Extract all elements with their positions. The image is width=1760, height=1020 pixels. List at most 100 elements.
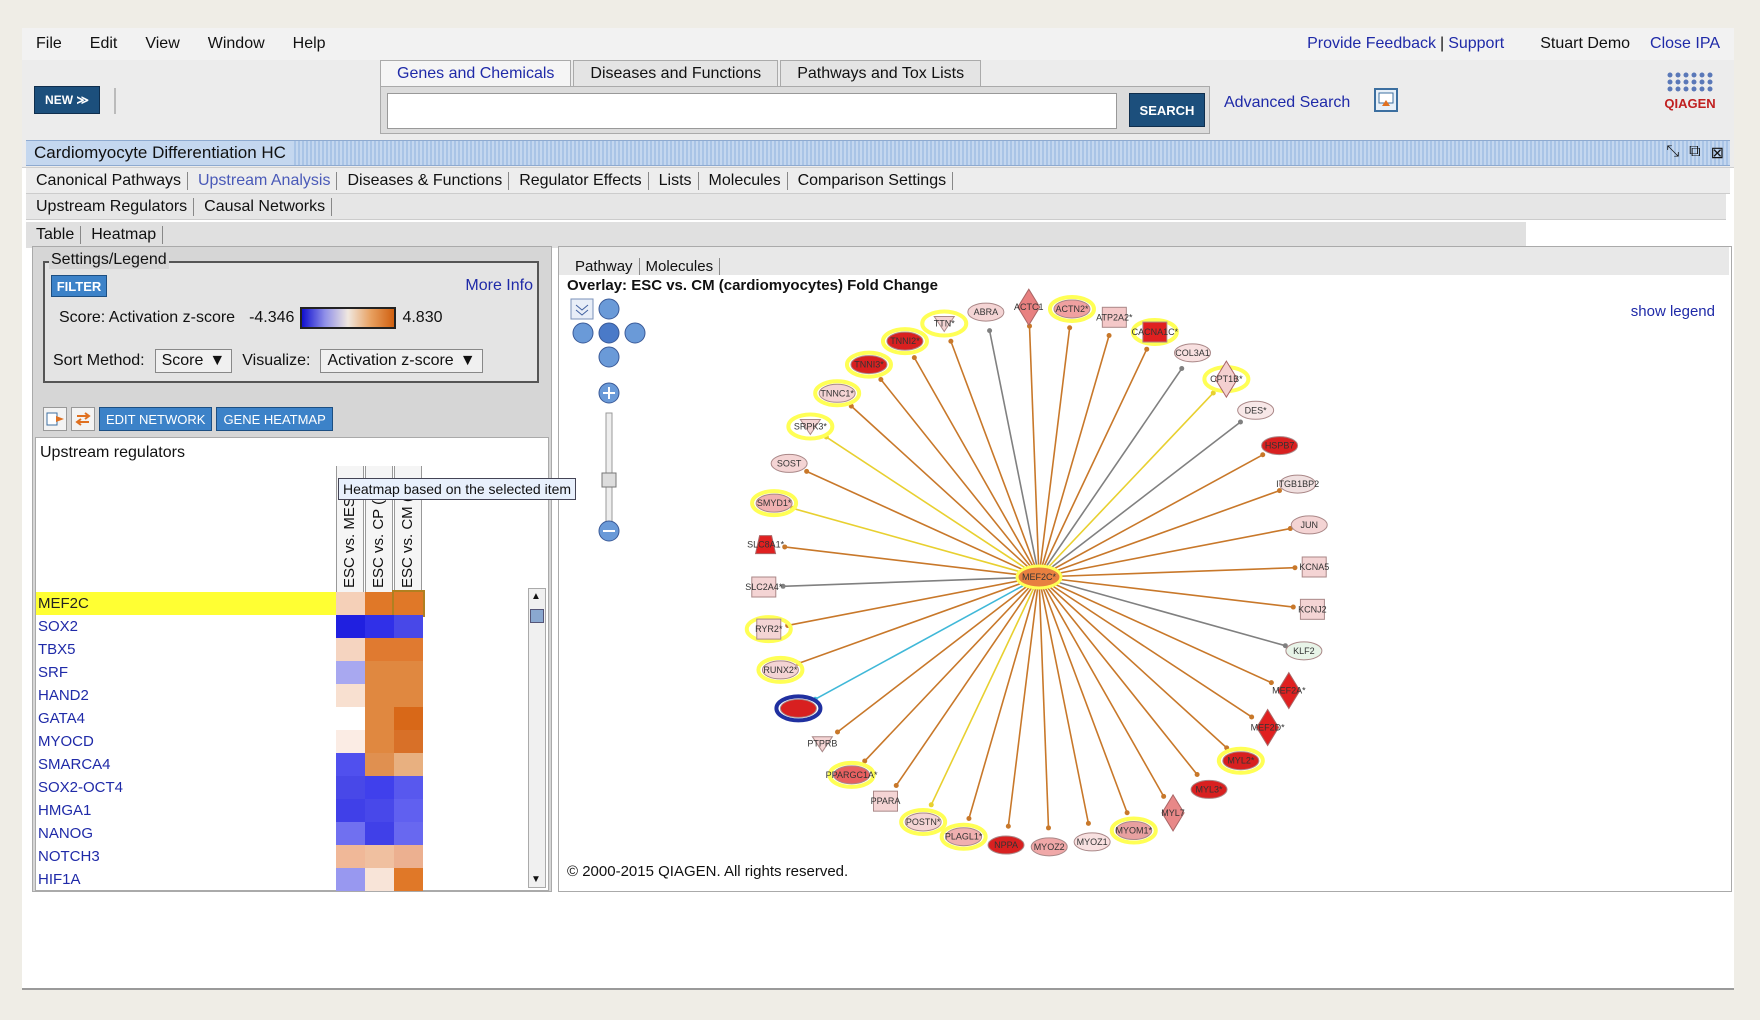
heatmap-cell[interactable] [365, 868, 394, 891]
network-node[interactable]: SRPK3* [786, 412, 835, 441]
network-node[interactable]: TNNI3* [844, 350, 893, 379]
zoom-out-icon[interactable] [598, 520, 620, 542]
heatmap-cell[interactable] [365, 845, 394, 868]
heatmap-cell[interactable] [392, 590, 425, 617]
heatmap-cell[interactable] [365, 822, 394, 845]
network-node[interactable]: MEF2A* [1272, 671, 1306, 710]
network-node[interactable]: CACNA1C* [1130, 318, 1179, 347]
network-node[interactable]: MYOZ1 [1073, 832, 1111, 852]
heatmap-cell[interactable] [394, 845, 423, 868]
hub-node[interactable]: MEF2C* [1015, 564, 1063, 590]
heatmap-cell[interactable] [394, 707, 423, 730]
tab-lists[interactable]: Lists [649, 171, 699, 190]
heatmap-cell[interactable] [394, 638, 423, 661]
network-node[interactable]: MYL3* [1190, 779, 1228, 799]
heatmap-row[interactable]: HAND2 [36, 684, 516, 707]
search-input[interactable] [387, 93, 1117, 129]
network-node[interactable]: TTN* [920, 309, 969, 338]
network-node[interactable] [774, 694, 823, 723]
network-node[interactable]: KLF2 [1285, 641, 1323, 661]
heatmap-cell[interactable] [365, 684, 394, 707]
network-node[interactable]: MYL7 [1161, 793, 1185, 832]
network-node[interactable]: MYOM1* [1109, 816, 1158, 845]
network-node[interactable]: RUNX2* [756, 655, 805, 684]
network-node[interactable]: MYOZ2 [1030, 837, 1068, 857]
heatmap-row[interactable]: GATA4 [36, 707, 516, 730]
gene-heatmap-button[interactable]: GENE HEATMAP [216, 407, 333, 431]
heatmap-cell[interactable] [394, 868, 423, 891]
heatmap-cell[interactable] [365, 776, 394, 799]
export-icon[interactable] [43, 407, 67, 431]
network-node[interactable]: MYL2* [1216, 746, 1265, 775]
tab-causal-networks[interactable]: Causal Networks [194, 197, 333, 216]
heatmap-cell[interactable] [336, 799, 365, 822]
heatmap-cell[interactable] [336, 845, 365, 868]
scroll-up-icon[interactable]: ▲ [531, 591, 541, 602]
tab-comparison-settings[interactable]: Comparison Settings [788, 171, 954, 190]
heatmap-row[interactable]: SOX2 [36, 615, 516, 638]
network-node[interactable]: COL3A1 [1174, 343, 1212, 363]
collapse-icon[interactable] [570, 298, 594, 320]
heatmap-cell[interactable] [365, 615, 394, 638]
pan-center-icon[interactable] [598, 322, 620, 344]
popout-icon[interactable]: ⧉ [1689, 143, 1700, 163]
heatmap-cell[interactable] [336, 661, 365, 684]
heatmap-cell[interactable] [336, 615, 365, 638]
network-node[interactable]: POSTN* [899, 807, 948, 836]
network-node[interactable]: SLC2A4* [745, 576, 783, 598]
tab-canonical-pathways[interactable]: Canonical Pathways [26, 171, 188, 190]
visualize-dropdown[interactable]: Activation z-score ▼ [320, 349, 483, 373]
pan-right-icon[interactable] [624, 322, 646, 344]
network-node[interactable]: KCNA5 [1299, 556, 1329, 578]
zoom-in-icon[interactable] [598, 382, 620, 404]
network-node[interactable]: CPT1B* [1202, 360, 1251, 399]
network-node[interactable]: PPARGC1A* [826, 760, 878, 789]
menu-help[interactable]: Help [279, 35, 340, 53]
minimize-icon[interactable]: ⤡ [1666, 143, 1679, 163]
heatmap-row[interactable]: TBX5 [36, 638, 516, 661]
show-legend-link[interactable]: show legend [1631, 303, 1715, 320]
heatmap-cell[interactable] [394, 661, 423, 684]
zoom-slider[interactable] [601, 412, 617, 524]
heatmap-cell[interactable] [365, 799, 394, 822]
swap-icon[interactable] [71, 407, 95, 431]
close-ipa-link[interactable]: Close IPA [1650, 35, 1720, 53]
scroll-thumb[interactable] [530, 609, 544, 623]
network-node[interactable]: HSPB7 [1261, 436, 1299, 456]
search-button[interactable]: SEARCH [1129, 93, 1205, 127]
heatmap-cell[interactable] [394, 615, 423, 638]
tab-pathway[interactable]: Pathway [569, 258, 640, 275]
pan-left-icon[interactable] [572, 322, 594, 344]
close-icon[interactable]: ⊠ [1711, 143, 1724, 163]
heatmap-row[interactable]: MYOCD [36, 730, 516, 753]
feedback-link[interactable]: Provide Feedback [1307, 35, 1436, 53]
sort-dropdown[interactable]: Score ▼ [154, 349, 233, 373]
heatmap-cell[interactable] [365, 753, 394, 776]
network-node[interactable]: ACTC1 [1014, 288, 1044, 327]
network-node[interactable]: TNNI2* [880, 327, 929, 356]
bookmark-icon[interactable] [1374, 88, 1398, 112]
network-node[interactable]: ABRA [967, 302, 1005, 322]
network-node[interactable]: NPPA [987, 835, 1025, 855]
network-node[interactable]: DES* [1237, 400, 1275, 420]
heatmap-cell[interactable] [336, 822, 365, 845]
heatmap-cell[interactable] [394, 799, 423, 822]
pathway-network[interactable]: ACTN2* ATP2A2* CACNA1C* COL3A1 CPT1B* DES* HSP… [729, 287, 1389, 887]
network-node[interactable]: TNNC1* [813, 379, 862, 408]
network-node[interactable]: ATP2A2* [1096, 306, 1133, 328]
pan-down-icon[interactable] [598, 346, 620, 368]
heatmap-row[interactable]: HMGA1 [36, 799, 516, 822]
advanced-search-link[interactable]: Advanced Search [1224, 94, 1350, 112]
network-node[interactable]: ACTN2* [1047, 294, 1096, 323]
heatmap-cell[interactable] [336, 684, 365, 707]
network-node[interactable]: ITGB1BP2 [1276, 474, 1319, 494]
filter-button[interactable]: FILTER [51, 275, 107, 297]
heatmap-row[interactable]: SOX2-OCT4 [36, 776, 516, 799]
network-node[interactable]: SLC8A1* [747, 535, 785, 555]
heatmap-cell[interactable] [336, 638, 365, 661]
tab-upstream-analysis[interactable]: Upstream Analysis [188, 171, 338, 190]
heatmap-cell[interactable] [336, 868, 365, 891]
edit-network-button[interactable]: EDIT NETWORK [99, 407, 213, 431]
menu-view[interactable]: View [131, 35, 193, 53]
network-node[interactable]: PTPRB [807, 736, 837, 753]
